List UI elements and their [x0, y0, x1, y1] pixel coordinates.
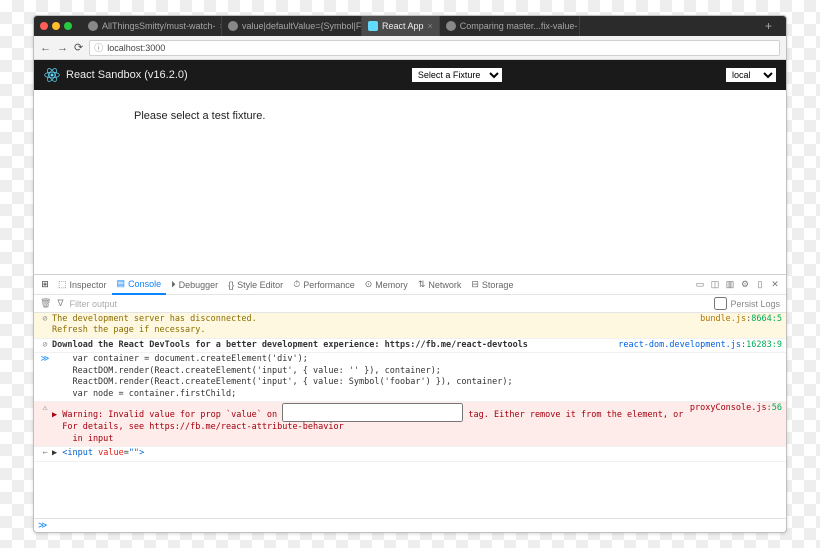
devtools-tab-label: Inspector [70, 280, 107, 290]
line-gutter-icon: ≫ [38, 354, 52, 400]
favicon-icon [88, 21, 98, 31]
app-header: React Sandbox (v16.2.0) Select a Fixture… [34, 60, 786, 90]
tab-strip: AllThingsSmitty/must-watch-×value|defaul… [82, 16, 753, 36]
devtools-tab-label: Storage [482, 280, 514, 290]
favicon-icon [368, 21, 378, 31]
site-info-icon[interactable]: ⓘ [94, 41, 103, 54]
console-prompt-bar[interactable]: ≫ [34, 518, 786, 532]
minimize-window-icon[interactable] [52, 22, 60, 30]
app-title: React Sandbox (v16.2.0) [66, 69, 188, 81]
devtools-tab-label: Memory [375, 280, 408, 290]
screenshot-icon[interactable]: ◫ [710, 279, 720, 290]
source-link[interactable]: bundle.js:8664:5 [694, 314, 782, 337]
devtools-tab-label: Debugger [179, 280, 219, 290]
console-line[interactable]: ⚠▶ Warning: Invalid value for prop `valu… [34, 402, 786, 447]
content-message: Please select a test fixture. [134, 110, 265, 122]
browser-tab[interactable]: value|defaultValue={Symbol|F× [222, 16, 362, 36]
new-tab-button[interactable]: + [757, 19, 780, 33]
dock-icon[interactable]: ⊞ [40, 279, 50, 290]
devtools-tab-performance[interactable]: ⏱Performance [288, 275, 360, 295]
line-gutter-icon: ⚠ [38, 403, 52, 445]
browser-tab[interactable]: AllThingsSmitty/must-watch-× [82, 16, 222, 36]
line-gutter-icon: ⊘ [38, 340, 52, 351]
navbar: ← → ⟳ ⓘ localhost:3000 [34, 36, 786, 60]
devtools-tab-label: Style Editor [237, 280, 283, 290]
console-line[interactable]: ←▶ <input value=""> [34, 447, 786, 461]
line-gutter-icon: ⊘ [38, 314, 52, 337]
devtools-tab-icon: {} [228, 280, 234, 290]
dock-side-icon[interactable]: ▯ [755, 279, 765, 290]
browser-window: AllThingsSmitty/must-watch-×value|defaul… [33, 15, 787, 533]
devtools-tab-inspector[interactable]: ⬚Inspector [53, 275, 112, 295]
devtools-panel: ⊞ ⬚Inspector▤Console⏵Debugger{}Style Edi… [34, 274, 786, 532]
devtools-tab-label: Network [428, 280, 461, 290]
reload-button[interactable]: ⟳ [74, 41, 83, 54]
console-line[interactable]: ⊘The development server has disconnected… [34, 313, 786, 339]
settings-icon[interactable]: ⚙ [740, 279, 750, 290]
devtools-tab-console[interactable]: ▤Console [112, 275, 167, 295]
url-text: localhost:3000 [107, 43, 165, 53]
close-tab-icon[interactable]: × [428, 21, 433, 31]
devtools-tab-debugger[interactable]: ⏵Debugger [166, 275, 223, 295]
devtools-tab-icon: ⏱ [293, 279, 300, 290]
prompt-icon: ≫ [38, 521, 47, 531]
filter-input[interactable]: Filter output [69, 299, 117, 309]
devtools-tab-label: Console [128, 279, 161, 289]
console-output[interactable]: ⊘The development server has disconnected… [34, 313, 786, 518]
env-select[interactable]: local [726, 68, 776, 82]
devtools-tab-network[interactable]: ⇅Network [413, 275, 467, 295]
devtools-tabs: ⊞ ⬚Inspector▤Console⏵Debugger{}Style Edi… [34, 275, 786, 295]
address-bar[interactable]: ⓘ localhost:3000 [89, 40, 780, 56]
devtools-tab-storage[interactable]: ⊟Storage [466, 275, 518, 295]
forward-button[interactable]: → [57, 42, 68, 54]
tab-title: React App [382, 21, 424, 31]
maximize-window-icon[interactable] [64, 22, 72, 30]
tab-title: value|defaultValue={Symbol|F [242, 21, 361, 31]
titlebar: AllThingsSmitty/must-watch-×value|defaul… [34, 16, 786, 36]
console-line[interactable]: ⊘Download the React DevTools for a bette… [34, 339, 786, 353]
line-body: ▶ <input value=""> [52, 448, 782, 459]
page-content: Please select a test fixture. [34, 90, 786, 274]
tab-title: Comparing master...fix-value- [460, 21, 578, 31]
devtools-tab-icon: ▤ [117, 278, 126, 289]
source-link[interactable]: proxyConsole.js:56 [684, 403, 782, 445]
devtools-tab-memory[interactable]: ⊙Memory [360, 275, 413, 295]
filter-icon: ∇ [57, 298, 63, 309]
back-button[interactable]: ← [40, 42, 51, 54]
persist-logs-checkbox[interactable] [714, 297, 727, 310]
favicon-icon [446, 21, 456, 31]
persist-logs-label: Persist Logs [730, 299, 780, 309]
console-toolbar: 🗑 ∇ Filter output Persist Logs [34, 295, 786, 313]
devtools-tab-icon: ⇅ [418, 279, 426, 290]
devtools-tab-style-editor[interactable]: {}Style Editor [223, 275, 288, 295]
favicon-icon [228, 21, 238, 31]
split-icon[interactable]: ▥ [725, 279, 735, 290]
react-logo-icon [44, 67, 60, 83]
devtools-tab-label: Performance [303, 280, 355, 290]
browser-tab[interactable]: React App × [362, 16, 440, 36]
clear-console-icon[interactable]: 🗑 [40, 298, 51, 309]
line-gutter-icon: ← [38, 448, 52, 459]
devtools-tab-icon: ⏵ [171, 279, 176, 290]
line-body: Download the React DevTools for a better… [52, 340, 612, 351]
close-devtools-icon[interactable]: ✕ [770, 279, 780, 290]
devtools-tab-icon: ⊟ [471, 279, 479, 290]
tab-title: AllThingsSmitty/must-watch- [102, 21, 216, 31]
line-body: The development server has disconnected.… [52, 314, 694, 337]
devtools-tab-icon: ⊙ [365, 279, 373, 290]
line-body: var container = document.createElement('… [52, 354, 782, 400]
console-line[interactable]: ≫ var container = document.createElement… [34, 353, 786, 402]
source-link[interactable]: react-dom.development.js:16283:9 [612, 340, 782, 351]
devtools-tab-icon: ⬚ [58, 279, 67, 290]
fixture-select[interactable]: Select a Fixture [412, 68, 502, 82]
line-body: ▶ Warning: Invalid value for prop `value… [52, 403, 684, 445]
close-window-icon[interactable] [40, 22, 48, 30]
responsive-icon[interactable]: ▭ [695, 279, 705, 290]
browser-tab[interactable]: Comparing master...fix-value-× [440, 16, 580, 36]
